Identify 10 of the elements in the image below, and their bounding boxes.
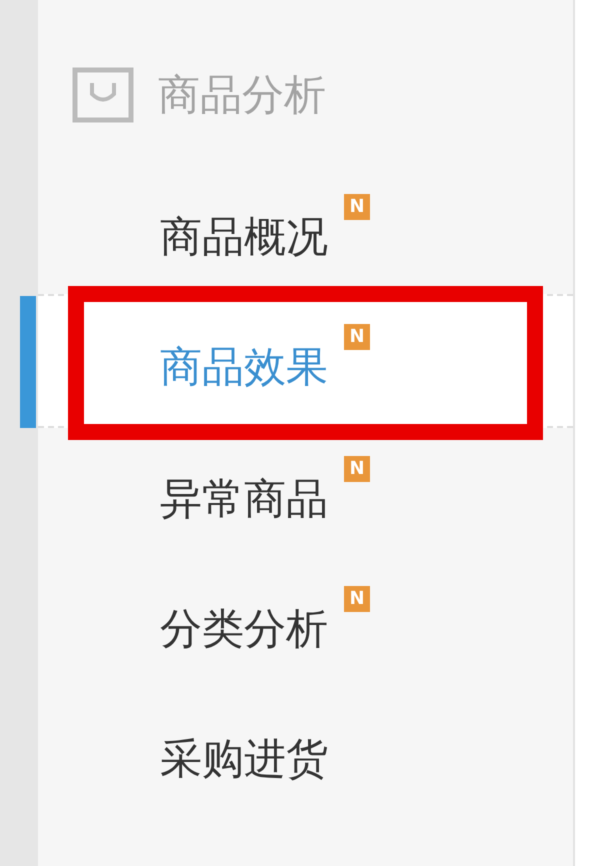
- menu-item[interactable]: 异常商品 N: [38, 428, 573, 558]
- menu-item[interactable]: 商品概况 N: [38, 166, 573, 296]
- menu-item[interactable]: 分类分析 N: [38, 558, 573, 688]
- new-badge: N: [344, 586, 370, 612]
- new-badge: N: [344, 456, 370, 482]
- section-title: 商品分析: [158, 69, 326, 121]
- box-icon: [72, 67, 134, 123]
- menu-item[interactable]: 采购进货: [38, 688, 573, 818]
- new-badge: N: [344, 324, 370, 350]
- new-badge: N: [344, 194, 370, 220]
